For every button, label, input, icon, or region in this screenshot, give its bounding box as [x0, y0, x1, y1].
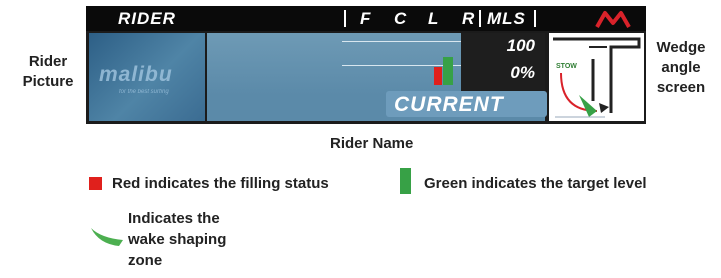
rider-picture-tagline: for the best surfing: [119, 89, 169, 95]
header-col-f: F: [360, 9, 372, 28]
header-col-c: C: [394, 9, 408, 28]
callout-line: Rider: [28, 53, 68, 70]
rider-picture-logo: malibu: [99, 63, 173, 86]
legend-green-text: Green indicates the target level: [424, 175, 647, 192]
target-level-bar: [443, 57, 453, 85]
readout-top-value: 100: [506, 36, 535, 55]
legend-red-text: Red indicates the filling status: [112, 175, 329, 192]
rider-name-value: CURRENT: [394, 93, 504, 116]
header-rider-label: RIDER: [118, 9, 176, 28]
readout-column: 100 0%: [461, 33, 545, 95]
wedge-angle-callout: Wedge angle screen: [650, 38, 712, 98]
header-divider: [534, 10, 536, 27]
red-swatch: [89, 177, 102, 190]
header-divider: [344, 10, 346, 27]
display-screen: RIDER F C L R MLS malibu for the best su…: [86, 6, 646, 124]
screen-header: RIDER F C L R MLS: [86, 6, 646, 31]
header-col-l: L: [428, 9, 440, 28]
legend-wake-line: zone: [128, 252, 163, 269]
header-mls-label: MLS: [487, 9, 526, 28]
header-col-r: R: [462, 9, 476, 28]
green-swatch: [400, 168, 411, 194]
wedge-stow-label: STOW: [556, 63, 577, 70]
fill-status-bar: [434, 67, 442, 85]
brand-logo-icon: [595, 11, 631, 28]
wedge-diagram-icon: [553, 37, 641, 118]
legend-wake-text: Indicates the wake shaping zone: [128, 208, 226, 271]
legend-wake-line: Indicates the: [128, 210, 220, 227]
legend-wake-line: wake shaping: [128, 231, 227, 248]
wedge-angle-panel[interactable]: STOW: [549, 33, 644, 121]
header-divider: [479, 10, 481, 27]
rider-picture[interactable]: malibu for the best surfing: [89, 33, 205, 121]
rider-name-callout: Rider Name: [330, 135, 414, 152]
readout-bottom-value: 0%: [510, 63, 535, 82]
callout-line: angle: [661, 59, 701, 76]
callout-line: Picture: [22, 73, 74, 90]
rider-picture-callout: Rider Picture: [18, 52, 78, 92]
callout-line: Wedge: [656, 39, 706, 56]
wake-zone-icon: [91, 228, 123, 246]
callout-line: screen: [656, 79, 706, 96]
